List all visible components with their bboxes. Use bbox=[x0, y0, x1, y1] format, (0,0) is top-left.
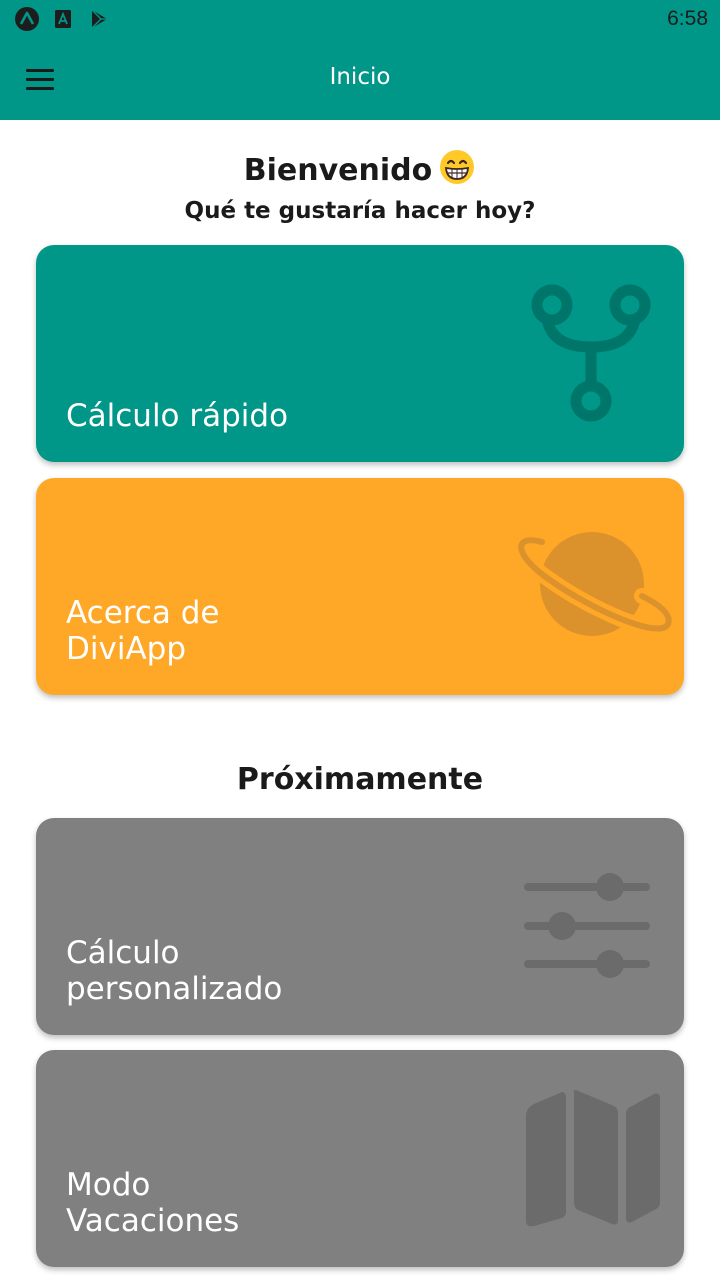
welcome-heading: Bienvenido bbox=[0, 148, 720, 188]
quick-calc-label: Cálculo rápido bbox=[66, 398, 289, 434]
vacation-mode-label: Modo Vacaciones bbox=[66, 1167, 240, 1239]
planet-icon bbox=[513, 532, 672, 637]
custom-calc-card[interactable]: Cálculo personalizado bbox=[36, 818, 684, 1035]
status-bar: 6:58 bbox=[0, 0, 720, 40]
page-title: Inicio bbox=[329, 64, 391, 90]
status-icons bbox=[14, 6, 112, 32]
welcome-subtitle: Qué te gustaría hacer hoy? bbox=[184, 198, 536, 224]
status-time: 6:58 bbox=[667, 7, 708, 30]
fork-icon bbox=[531, 284, 651, 422]
upcoming-section-title: Próximamente bbox=[236, 762, 484, 797]
custom-calc-label: Cálculo personalizado bbox=[66, 935, 283, 1007]
welcome-title: Bienvenido bbox=[243, 153, 433, 188]
vacation-mode-card[interactable]: Modo Vacaciones bbox=[36, 1050, 684, 1267]
sliders-icon bbox=[524, 873, 650, 978]
app-bar: Inicio bbox=[0, 40, 720, 120]
about-card[interactable]: Acerca de DiviApp bbox=[36, 478, 684, 695]
map-icon bbox=[526, 1090, 660, 1227]
a-circle-icon bbox=[15, 7, 39, 31]
play-store-icon bbox=[91, 9, 107, 29]
a-square-icon bbox=[55, 10, 71, 28]
grinning-face-emoji bbox=[440, 150, 475, 184]
quick-calc-card[interactable]: Cálculo rápido bbox=[36, 245, 684, 462]
about-label: Acerca de DiviApp bbox=[66, 595, 220, 667]
